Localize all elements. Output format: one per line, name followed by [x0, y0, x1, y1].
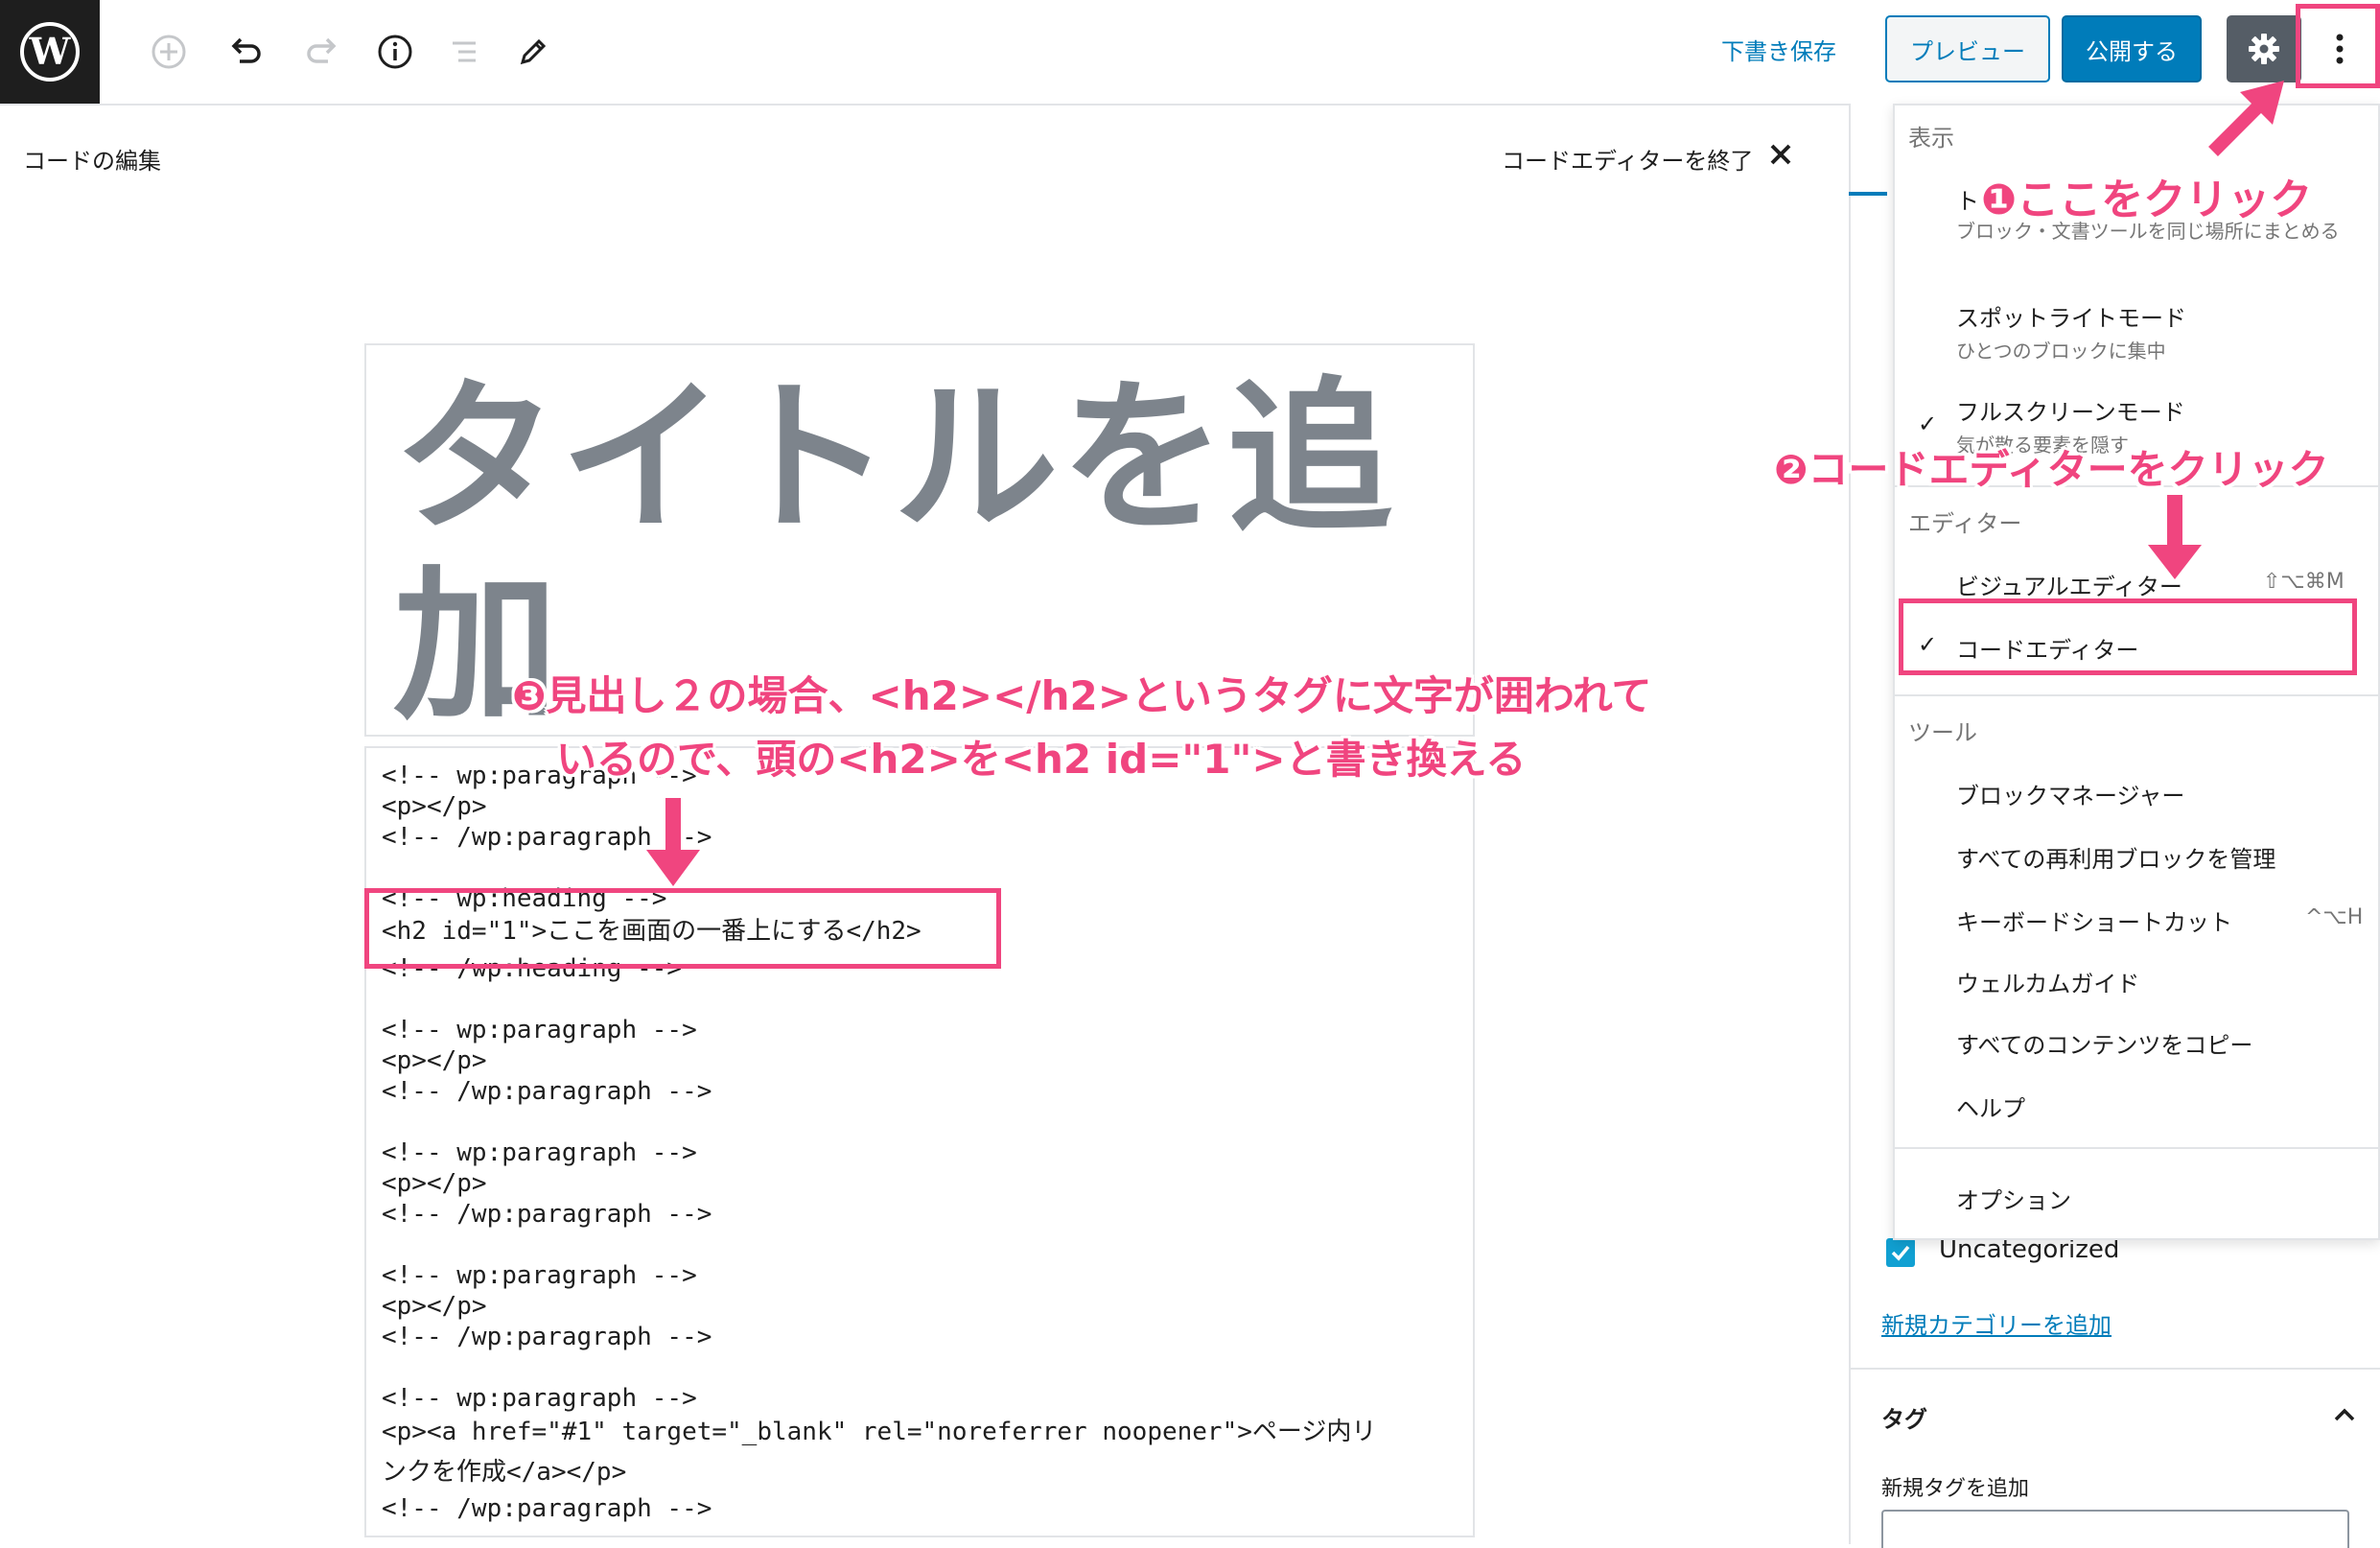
- undo-button[interactable]: [219, 25, 272, 79]
- code-line: <!-- /wp:paragraph -->: [382, 1494, 712, 1523]
- publish-button[interactable]: 公開する: [2062, 15, 2202, 82]
- menu-item-top-toolbar[interactable]: ト: [1956, 182, 1979, 216]
- wordpress-logo-button[interactable]: W: [0, 0, 100, 104]
- code-line: ンクを作成</a></p>: [382, 1458, 627, 1487]
- exit-code-editor-link[interactable]: コードエディターを終了: [1502, 142, 1753, 176]
- wordpress-icon: W: [20, 22, 80, 82]
- sidebar-divider: [1849, 1368, 2380, 1370]
- code-editor-title: コードの編集: [23, 148, 161, 175]
- annotation-step-3-line-1: ❸見出し２の場合、<h2></h2>というタグに文字が囲われて: [512, 672, 1652, 719]
- redo-icon: [307, 37, 337, 63]
- chevron-up-icon: [2334, 1408, 2355, 1421]
- menu-item-keyboard-shortcuts[interactable]: キーボードショートカット: [1956, 903, 2232, 937]
- menu-group-tools: ツール: [1908, 719, 1977, 746]
- visual-editor-shortcut: ⇧⌥⌘M: [2263, 570, 2345, 594]
- undo-icon: [231, 37, 261, 63]
- annotation-arrow-2: [2148, 495, 2202, 579]
- block-navigation-button[interactable]: [437, 25, 491, 79]
- menu-separator: [1893, 1147, 2380, 1149]
- annotation-step-2: ❷コードエディターをクリック: [1774, 446, 2329, 493]
- code-line: <!-- wp:paragraph -->: [382, 1016, 697, 1044]
- keyboard-shortcuts-key: ^⌥H: [2305, 905, 2364, 929]
- menu-group-view: 表示: [1908, 125, 1954, 152]
- svg-text:W: W: [29, 30, 72, 73]
- code-line: <!-- wp:paragraph -->: [382, 1138, 697, 1167]
- code-line: <p><a href="#1" target="_blank" rel="nor…: [382, 1418, 1377, 1446]
- pencil-icon: [520, 38, 547, 65]
- edit-mode-button[interactable]: [506, 25, 560, 79]
- add-block-button[interactable]: [142, 25, 196, 79]
- menu-item-manage-reusable[interactable]: すべての再利用ブロックを管理: [1956, 840, 2275, 874]
- tags-panel-title[interactable]: タグ: [1881, 1400, 1927, 1434]
- save-draft-button[interactable]: 下書き保存: [1707, 15, 1851, 82]
- settings-button[interactable]: [2227, 15, 2301, 82]
- add-category-link[interactable]: 新規カテゴリーを追加: [1881, 1306, 2112, 1340]
- checkbox-checked-icon: [1886, 1238, 1915, 1267]
- menu-item-help[interactable]: ヘルプ: [1956, 1090, 2025, 1123]
- sidebar-active-tab-indicator: [1849, 192, 1887, 196]
- menu-item-copy-all[interactable]: すべてのコンテンツをコピー: [1956, 1026, 2252, 1060]
- gear-icon: [2249, 34, 2279, 64]
- content-info-button[interactable]: [368, 25, 422, 79]
- highlight-code-editor: [1899, 598, 2357, 675]
- check-icon: ✓: [1918, 410, 1938, 437]
- code-line: <!-- /wp:paragraph -->: [382, 1077, 712, 1106]
- annotation-arrow-1: [2208, 81, 2284, 156]
- close-icon: [1770, 144, 1791, 165]
- code-line: <!-- wp:paragraph -->: [382, 1384, 697, 1413]
- add-tag-label: 新規タグを追加: [1881, 1477, 2030, 1501]
- exit-code-editor-button[interactable]: [1766, 140, 1795, 173]
- code-line: <!-- wp:paragraph -->: [382, 1261, 697, 1290]
- code-line: <p></p>: [382, 1292, 487, 1321]
- code-line: <!-- /wp:paragraph -->: [382, 1200, 712, 1229]
- menu-group-editor: エディター: [1908, 510, 2022, 537]
- redo-button[interactable]: [295, 25, 349, 79]
- highlight-more-menu: [2296, 4, 2380, 88]
- menu-item-options[interactable]: オプション: [1956, 1182, 2071, 1215]
- menu-item-welcome-guide[interactable]: ウェルカムガイド: [1956, 965, 2139, 998]
- annotation-step-1: ❶ここをクリック: [1981, 176, 2313, 224]
- menu-item-spotlight[interactable]: スポットライトモード: [1956, 299, 2186, 333]
- menu-separator: [1893, 694, 2380, 696]
- highlight-h2-line: [364, 888, 1001, 969]
- code-line: <!-- /wp:paragraph -->: [382, 1323, 712, 1351]
- category-checkbox[interactable]: [1885, 1237, 1916, 1272]
- preview-button[interactable]: プレビュー: [1885, 15, 2050, 82]
- info-icon: [378, 35, 412, 69]
- code-line: <p></p>: [382, 1169, 487, 1198]
- list-icon: [453, 41, 476, 62]
- annotation-arrow-3: [646, 798, 700, 886]
- menu-item-fullscreen[interactable]: フルスクリーンモード: [1956, 393, 2185, 427]
- menu-item-spotlight-desc: ひとつのブロックに集中: [1956, 340, 2166, 363]
- menu-item-block-manager[interactable]: ブロックマネージャー: [1956, 777, 2184, 810]
- tags-panel-toggle[interactable]: [2330, 1400, 2359, 1433]
- add-tag-input[interactable]: [1881, 1510, 2349, 1548]
- annotation-step-3-line-2: いるので、頭の<h2>を<h2 id="1">と書き換える: [556, 736, 1527, 783]
- code-line: <p></p>: [382, 792, 487, 821]
- plus-circle-icon: [152, 35, 186, 69]
- code-line: <p></p>: [382, 1046, 487, 1075]
